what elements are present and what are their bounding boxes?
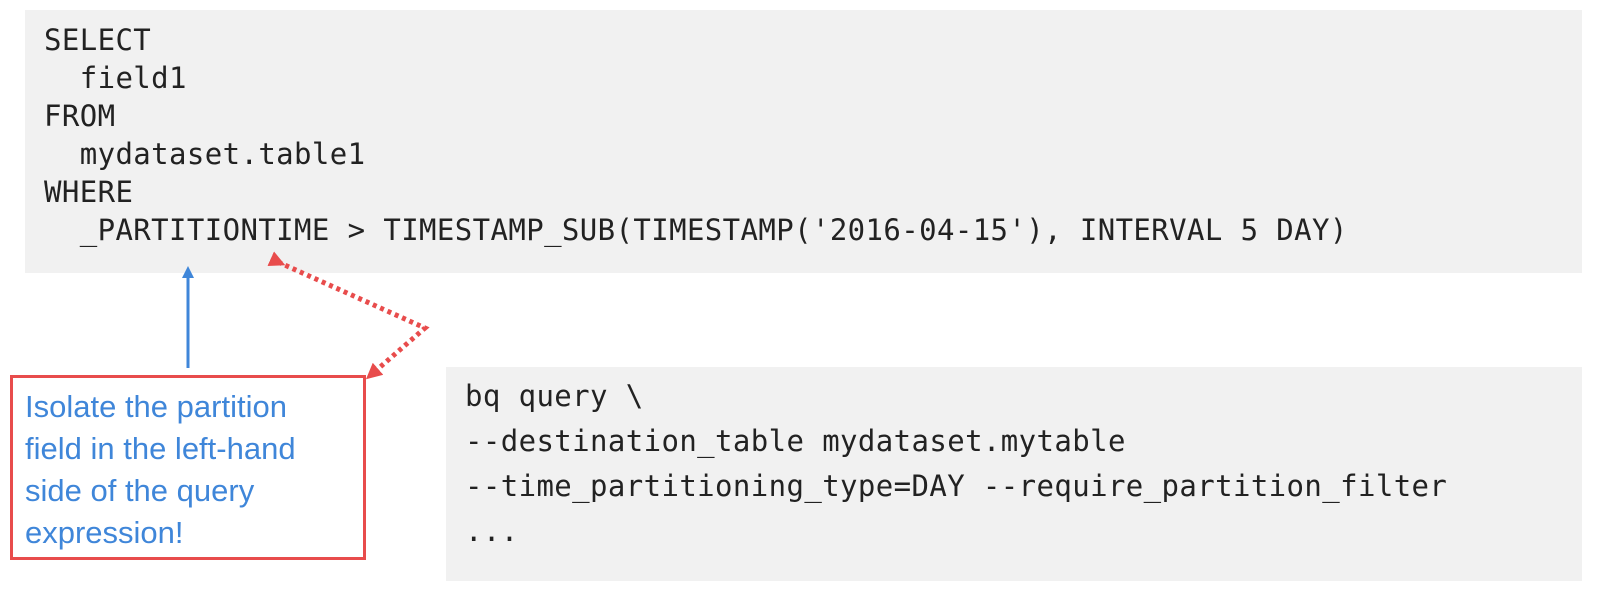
dotted-arrow [267, 251, 430, 380]
annotation-arrows [182, 251, 430, 380]
